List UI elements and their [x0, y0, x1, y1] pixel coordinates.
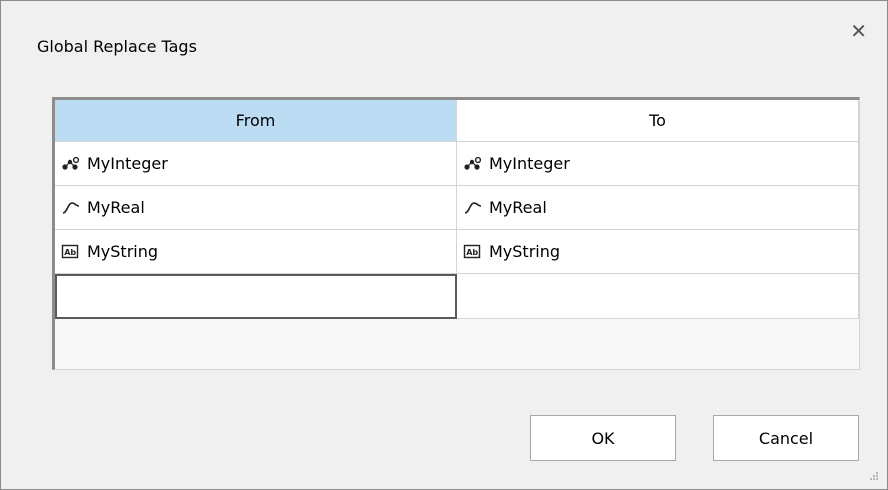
table-row: MyReal MyReal [55, 186, 859, 230]
from-cell[interactable]: Ab MyString [55, 230, 457, 274]
column-header-from[interactable]: From [55, 100, 457, 142]
from-tag-name: MyInteger [87, 154, 168, 173]
to-cell[interactable]: Ab MyString [457, 230, 859, 274]
resize-grip-icon[interactable] [869, 471, 879, 481]
to-tag-name: MyReal [489, 198, 547, 217]
from-cell[interactable]: MyInteger [55, 142, 457, 186]
string-tag-icon: Ab [61, 244, 81, 260]
integer-tag-icon [61, 156, 81, 172]
to-tag-name: MyInteger [489, 154, 570, 173]
from-tag-name: MyString [87, 242, 159, 261]
cancel-button[interactable]: Cancel [713, 415, 859, 461]
close-icon[interactable]: ✕ [850, 19, 867, 43]
new-row [55, 274, 859, 319]
column-header-to[interactable]: To [457, 100, 859, 142]
grid-header: From To [55, 100, 859, 142]
integer-tag-icon [463, 156, 483, 172]
global-replace-tags-dialog: Global Replace Tags ✕ From To MyInteger … [0, 0, 888, 490]
real-tag-icon [463, 200, 483, 216]
table-row: Ab MyString Ab MyString [55, 230, 859, 274]
from-new-input[interactable] [55, 274, 457, 319]
svg-text:Ab: Ab [466, 248, 478, 257]
ok-button[interactable]: OK [530, 415, 676, 461]
real-tag-icon [61, 200, 81, 216]
tag-replace-grid: From To MyInteger MyInteger MyReal MyRea… [52, 97, 860, 370]
svg-text:Ab: Ab [64, 248, 76, 257]
to-tag-name: MyString [489, 242, 561, 261]
string-tag-icon: Ab [463, 244, 483, 260]
dialog-title: Global Replace Tags [37, 37, 197, 56]
to-new-cell[interactable] [457, 274, 859, 319]
from-tag-name: MyReal [87, 198, 145, 217]
to-cell[interactable]: MyInteger [457, 142, 859, 186]
from-cell[interactable]: MyReal [55, 186, 457, 230]
to-cell[interactable]: MyReal [457, 186, 859, 230]
table-row: MyInteger MyInteger [55, 142, 859, 186]
